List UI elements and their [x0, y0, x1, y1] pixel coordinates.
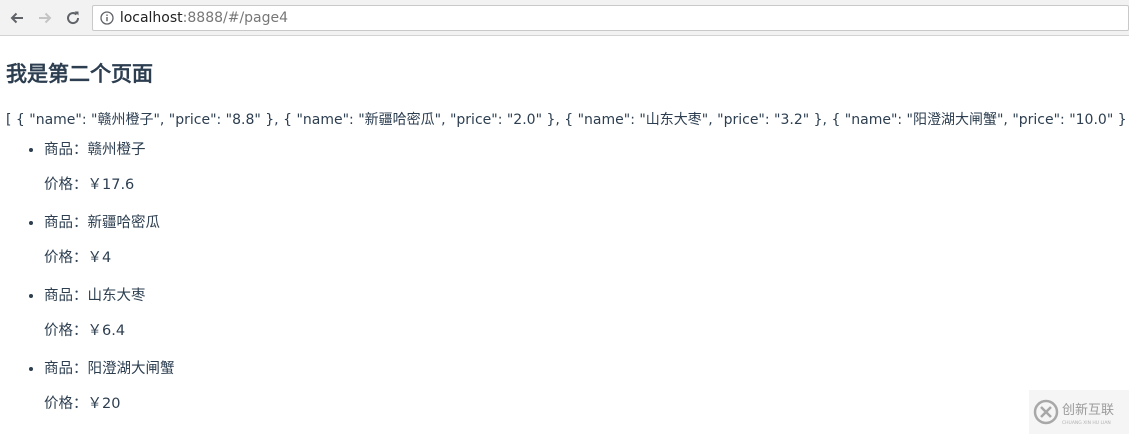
- goods-price: 价格：￥6.4: [44, 323, 126, 339]
- browser-toolbar: localhost:8888/#/page4: [0, 0, 1129, 36]
- logo-mark-icon: 创新互联 CHUANG XIN HU LIAN: [1033, 399, 1114, 426]
- goods-name: 商品：新疆哈密瓜: [44, 215, 160, 231]
- list-item: 商品：山东大枣 价格：￥6.4: [44, 287, 1123, 340]
- info-icon[interactable]: [100, 10, 114, 25]
- goods-name: 商品：阳澄湖大闸蟹: [44, 361, 175, 377]
- address-bar[interactable]: localhost:8888/#/page4: [91, 4, 1129, 31]
- page-title: 我是第二个页面: [6, 62, 153, 86]
- json-text: [ { "name": "赣州橙子", "price": "8.8" }, { …: [6, 112, 1129, 128]
- list-item: 商品：新疆哈密瓜 价格：￥4: [44, 214, 1123, 267]
- goods-name: 商品：赣州橙子: [44, 142, 146, 158]
- goods-name: 商品：山东大枣: [44, 288, 146, 304]
- goods-price: 价格：￥17.6: [44, 177, 135, 193]
- forward-button[interactable]: [34, 7, 56, 29]
- goods-price: 价格：￥4: [44, 250, 112, 266]
- goods-list: 商品：赣州橙子 价格：￥17.6 商品：新疆哈密瓜 价格：￥4 商品：山东大枣 …: [6, 141, 1123, 413]
- back-button[interactable]: [6, 7, 28, 29]
- url-path: :8888/#/page4: [182, 9, 289, 26]
- logo-text: 创新互联: [1062, 402, 1114, 418]
- list-item: 商品：赣州橙子 价格：￥17.6: [44, 141, 1123, 194]
- reload-button[interactable]: [62, 7, 84, 29]
- logo-subtext: CHUANG XIN HU LIAN: [1062, 420, 1111, 426]
- url-host: localhost: [119, 9, 183, 26]
- back-arrow-icon: [10, 12, 23, 23]
- watermark-logo: 创新互联 CHUANG XIN HU LIAN: [1029, 390, 1129, 434]
- reload-icon: [66, 11, 79, 24]
- goods-price: 价格：￥20: [44, 396, 121, 412]
- forward-arrow-icon: [38, 12, 52, 23]
- list-item: 商品：阳澄湖大闸蟹 价格：￥20: [44, 360, 1123, 413]
- page-content: 我是第二个页面 [ { "name": "赣州橙子", "price": "8.…: [0, 60, 1129, 413]
